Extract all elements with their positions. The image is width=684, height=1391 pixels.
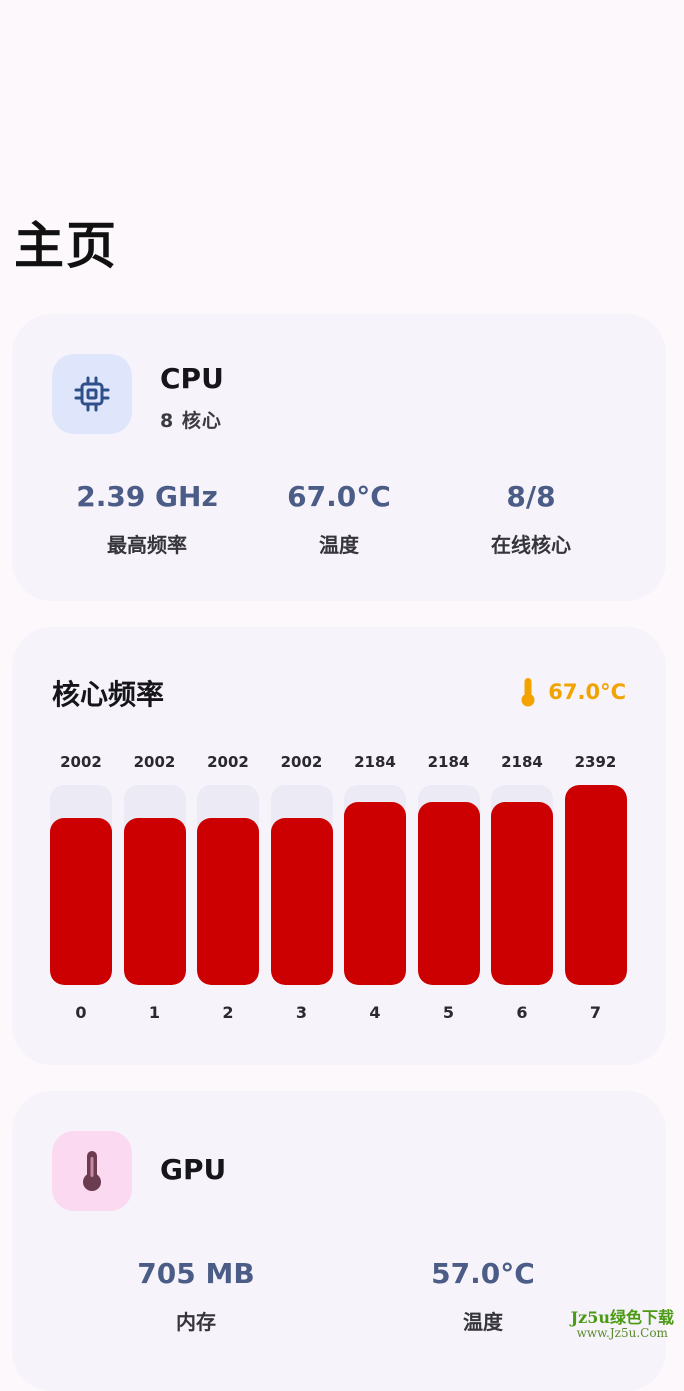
watermark-url: www.Jz5u.Com: [576, 1325, 668, 1340]
core-bar-value-label: 2184: [427, 753, 470, 771]
cpu-stat-max-frequency: 2.39 GHz 最高频率: [47, 480, 247, 558]
core-bar-index-label: 6: [516, 1003, 528, 1022]
core-bar-index-label: 1: [148, 1003, 161, 1022]
core-frequency-card[interactable]: 核心频率 67.0°C 2002 0 2002 1 2002 2 2002 3 2184 4 218…: [12, 627, 666, 1065]
cpu-title: CPU: [160, 362, 224, 395]
core-bar-value-label: 2002: [280, 753, 323, 771]
core-bar-index-label: 7: [589, 1003, 602, 1022]
core-bar-fill: [491, 802, 553, 985]
cpu-online-cores-value: 8/8: [506, 480, 556, 513]
core-bar-fill: [564, 785, 627, 985]
core-bar-3: 2002 3: [270, 747, 333, 1027]
core-bar-6: 2184 6: [491, 747, 553, 1027]
core-bar-track: [564, 785, 627, 985]
thermometer-icon: [83, 1151, 101, 1191]
core-bar-value-label: 2184: [354, 753, 396, 771]
gpu-stat-temperature: 57.0°C 温度: [383, 1257, 583, 1335]
core-bar-track: [197, 785, 259, 985]
core-bar-fill: [270, 817, 333, 985]
core-bar-5: 2184 5: [417, 747, 480, 1027]
core-bar-index-label: 4: [369, 1003, 381, 1022]
core-bar-2: 2002 2: [197, 747, 259, 1027]
core-bar-track: [491, 785, 553, 985]
gpu-icon-box: [52, 1131, 132, 1211]
cpu-core-count: 8 核心: [160, 410, 222, 432]
core-bar-track: [123, 785, 186, 985]
watermark-logo: Jz5u绿色下载 www.Jz5u.Com: [571, 1309, 674, 1340]
gpu-temperature-value: 57.0°C: [431, 1257, 535, 1290]
core-bar-track: [344, 785, 406, 985]
core-bar-4: 2184 4: [344, 747, 406, 1027]
core-bar-index-label: 3: [295, 1003, 308, 1022]
page-title: 主页: [14, 217, 118, 275]
core-bar-fill: [50, 817, 112, 985]
gpu-memory-value: 705 MB: [137, 1257, 255, 1290]
cpu-card[interactable]: CPU 8 核心 2.39 GHz 最高频率 67.0°C 温度 8/8 在线核…: [12, 314, 666, 601]
cpu-max-frequency-value: 2.39 GHz: [76, 480, 218, 513]
core-temperature-indicator: 67.0°C: [520, 677, 626, 707]
cpu-temperature-label: 温度: [319, 533, 359, 557]
gpu-card[interactable]: GPU 705 MB 内存 57.0°C 温度: [12, 1091, 666, 1391]
core-bar-index-label: 0: [75, 1003, 87, 1022]
gpu-stat-memory: 705 MB 内存: [96, 1257, 296, 1335]
gpu-memory-label: 内存: [176, 1310, 216, 1334]
core-bar-fill: [123, 817, 186, 985]
core-bar-track: [50, 785, 112, 985]
core-bar-value-label: 2392: [574, 753, 617, 771]
gpu-temperature-label: 温度: [463, 1310, 503, 1334]
core-bar-index-label: 2: [222, 1003, 234, 1022]
core-bar-value-label: 2002: [60, 753, 102, 771]
cpu-temperature-value: 67.0°C: [287, 480, 391, 513]
core-frequency-title: 核心频率: [52, 678, 165, 711]
core-bar-track: [417, 785, 480, 985]
core-bar-value-label: 2002: [207, 753, 249, 771]
core-bar-track: [270, 785, 333, 985]
core-bar-0: 2002 0: [50, 747, 112, 1027]
watermark-text: Jz5u绿色下载: [570, 1308, 674, 1328]
core-bar-fill: [417, 802, 480, 985]
cpu-icon-box: [52, 354, 132, 434]
cpu-max-frequency-label: 最高频率: [107, 533, 187, 557]
core-temperature-value: 67.0°C: [548, 680, 626, 704]
gpu-title: GPU: [160, 1153, 227, 1186]
cpu-stat-temperature: 67.0°C 温度: [239, 480, 439, 558]
core-bar-fill: [197, 817, 259, 985]
thermometer-icon: [521, 678, 535, 707]
core-bar-value-label: 2002: [133, 753, 176, 771]
core-bar-fill: [344, 802, 406, 985]
core-bar-index-label: 5: [442, 1003, 455, 1022]
core-frequency-chart: 2002 0 2002 1 2002 2 2002 3 2184 4 2184 5 2184 6 2392 7: [50, 747, 630, 1027]
core-bar-value-label: 2184: [501, 753, 543, 771]
cpu-stat-online-cores: 8/8 在线核心: [431, 480, 631, 558]
core-bar-1: 2002 1: [123, 747, 186, 1027]
cpu-online-cores-label: 在线核心: [491, 533, 571, 557]
cpu-chip-icon: [74, 376, 110, 412]
core-bar-7: 2392 7: [564, 747, 627, 1027]
